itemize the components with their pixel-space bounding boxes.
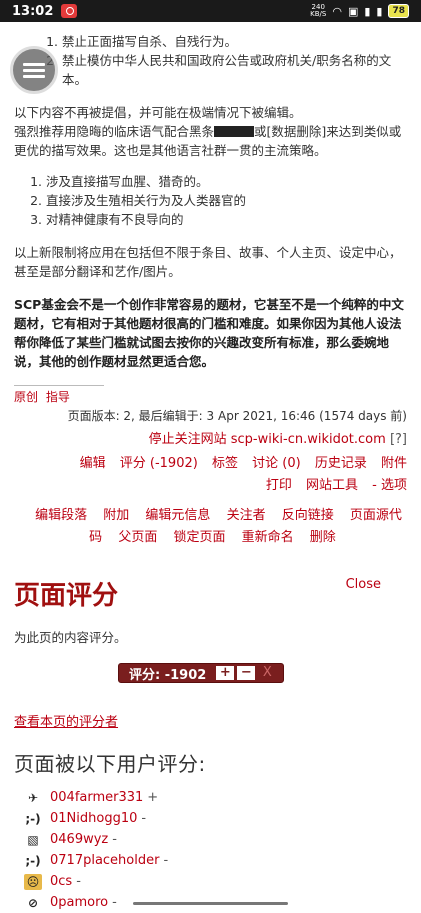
list-item: 对精神健康有不良导向的 bbox=[46, 210, 407, 229]
hd-icon: ▣ bbox=[347, 4, 359, 18]
wink-avatar-icon: ;-) bbox=[25, 811, 41, 826]
face-avatar-icon: ☹ bbox=[24, 873, 42, 890]
rater-vote: - bbox=[141, 811, 147, 826]
unwatch-row: 停止关注网站 scp-wiki-cn.wikidot.com [?] bbox=[14, 428, 407, 447]
wink-avatar-icon: ;-) bbox=[25, 853, 41, 868]
status-bar: 13:02 240 KB/S ◠ ▣ ▮ ▮ 78 bbox=[0, 0, 421, 22]
downvote-button[interactable]: − bbox=[237, 666, 256, 680]
list-item: ▧ 0469wyz - bbox=[24, 829, 407, 850]
page-content: 禁止正面描写自杀、自残行为。 禁止模仿中华人民共和国政府公告或政府机关/职务名称… bbox=[0, 22, 421, 913]
divider bbox=[14, 385, 104, 386]
list-item: 禁止模仿中华人民共和国政府公告或政府机关/职务名称的文本。 bbox=[62, 51, 407, 89]
upvote-button[interactable]: + bbox=[216, 666, 235, 680]
rename-link[interactable]: 重新命名 bbox=[242, 530, 294, 545]
backlinks-link[interactable]: 反向链接 bbox=[282, 508, 334, 523]
rate-link[interactable]: 评分 (-1902) bbox=[120, 456, 198, 471]
origin-links: 原创 指导 bbox=[14, 388, 407, 405]
status-time: 13:02 bbox=[12, 3, 54, 19]
raters-list: ✈ 004farmer331 + ;-) 01Nidhogg10 - ▧ 046… bbox=[14, 787, 407, 913]
help-link[interactable]: [?] bbox=[390, 432, 407, 447]
signal-icon-1: ▮ bbox=[364, 4, 371, 18]
rater-vote: - bbox=[112, 895, 117, 910]
list-item: ;-) 01Nidhogg10 - bbox=[24, 808, 407, 829]
list-item: 禁止正面描写自杀、自残行为。 bbox=[62, 32, 407, 51]
rater-name[interactable]: 0469wyz bbox=[50, 832, 108, 847]
rater-name[interactable]: 01Nidhogg10 bbox=[50, 811, 137, 826]
origin-link[interactable]: 原创 bbox=[14, 390, 38, 404]
rating-buttons: + − X bbox=[212, 664, 280, 682]
rater-vote: - bbox=[163, 853, 169, 868]
guide-link[interactable]: 指导 bbox=[46, 390, 70, 404]
wifi-icon: ◠ bbox=[332, 4, 342, 18]
rating-description: 为此页的内容评分。 bbox=[14, 630, 127, 645]
restriction-list: 禁止正面描写自杀、自残行为。 禁止模仿中华人民共和国政府公告或政府机关/职务名称… bbox=[14, 32, 407, 89]
rating-title: 页面评分 bbox=[14, 581, 119, 611]
menu-button[interactable] bbox=[10, 46, 58, 94]
cancel-vote-button[interactable]: X bbox=[258, 666, 276, 680]
signal-icon-2: ▮ bbox=[376, 4, 383, 18]
rater-name[interactable]: 0717placeholder bbox=[50, 853, 159, 868]
discouraged-list: 涉及直接描写血腥、猎奇的。 直接涉及生殖相关行为及人类器官的 对精神健康有不良导… bbox=[14, 172, 407, 229]
rating-value: 评分: -1902 bbox=[129, 667, 207, 683]
delete-link[interactable]: 删除 bbox=[310, 530, 336, 545]
rater-vote: - bbox=[112, 832, 117, 847]
unwatch-link[interactable]: 停止关注网站 scp-wiki-cn.wikidot.com bbox=[149, 432, 386, 447]
rater-name[interactable]: 0cs bbox=[50, 874, 72, 889]
rater-vote: + bbox=[147, 790, 159, 805]
page-options: 编辑 评分 (-1902) 标签 讨论 (0) 历史记录 附件 打印 网站工具 … bbox=[14, 453, 407, 497]
rater-name[interactable]: 004farmer331 bbox=[50, 790, 143, 805]
rater-vote: - bbox=[76, 874, 81, 889]
paragraph: 以上新限制将应用在包括但不限于条目、故事、个人主页、设定中心，甚至是部分翻译和艺… bbox=[14, 245, 402, 279]
prohibited-avatar-icon: ⊘ bbox=[27, 895, 39, 910]
app-notification-icon bbox=[61, 4, 78, 18]
list-item: ;-) 0717placeholder - bbox=[24, 850, 407, 871]
view-raters-link[interactable]: 查看本页的评分者 bbox=[14, 711, 118, 730]
list-item: 涉及直接描写血腥、猎奇的。 bbox=[46, 172, 407, 191]
status-icons: 240 KB/S ◠ ▣ ▮ ▮ 78 bbox=[310, 4, 409, 18]
edit-meta-link[interactable]: 编辑元信息 bbox=[145, 508, 210, 523]
watchers-link[interactable]: 关注者 bbox=[227, 508, 266, 523]
more-options-link[interactable]: - 选项 bbox=[372, 478, 407, 493]
plane-avatar-icon: ✈ bbox=[27, 790, 39, 805]
site-tools-link[interactable]: 网站工具 bbox=[306, 478, 358, 493]
edit-link[interactable]: 编辑 bbox=[80, 456, 106, 471]
append-link[interactable]: 附加 bbox=[103, 508, 129, 523]
gesture-bar[interactable] bbox=[133, 902, 288, 905]
print-link[interactable]: 打印 bbox=[266, 478, 292, 493]
net-speed: 240 KB/S bbox=[310, 3, 327, 18]
list-item: ☹ 0cs - bbox=[24, 871, 407, 892]
raters-title: 页面被以下用户评分: bbox=[14, 752, 206, 776]
files-link[interactable]: 附件 bbox=[381, 456, 407, 471]
hamburger-icon bbox=[23, 60, 45, 81]
close-link[interactable]: Close bbox=[346, 577, 381, 592]
rating-header: 页面评分 Close bbox=[14, 575, 407, 612]
paragraph: 以下内容不再被提倡，并可能在极端情况下被编辑。 强烈推荐用隐晦的临床语气配合黑条… bbox=[14, 105, 402, 158]
bold-paragraph: SCP基金会不是一个创作非常容易的题材，它甚至不是一个纯粹的中文题材，它有相对于… bbox=[14, 297, 404, 369]
page-info: 页面版本: 2, 最后编辑于: 3 Apr 2021, 16:46 (1574 … bbox=[67, 409, 407, 423]
redaction-bar bbox=[214, 126, 255, 137]
history-link[interactable]: 历史记录 bbox=[315, 456, 367, 471]
sketch-avatar-icon: ▧ bbox=[27, 832, 39, 847]
tags-link[interactable]: 标签 bbox=[212, 456, 238, 471]
battery-icon: 78 bbox=[388, 4, 409, 18]
discuss-link[interactable]: 讨论 (0) bbox=[252, 456, 301, 471]
edit-sections-link[interactable]: 编辑段落 bbox=[35, 508, 87, 523]
rater-name[interactable]: 0pamoro bbox=[50, 895, 108, 910]
rating-widget: 评分: -1902 + − X bbox=[118, 663, 284, 683]
page-options-more: 编辑段落 附加 编辑元信息 关注者 反向链接 页面源代码 父页面 锁定页面 重新… bbox=[14, 505, 407, 549]
list-item: 直接涉及生殖相关行为及人类器官的 bbox=[46, 191, 407, 210]
parent-link[interactable]: 父页面 bbox=[118, 530, 157, 545]
lock-link[interactable]: 锁定页面 bbox=[173, 530, 225, 545]
list-item: ✈ 004farmer331 + bbox=[24, 787, 407, 808]
